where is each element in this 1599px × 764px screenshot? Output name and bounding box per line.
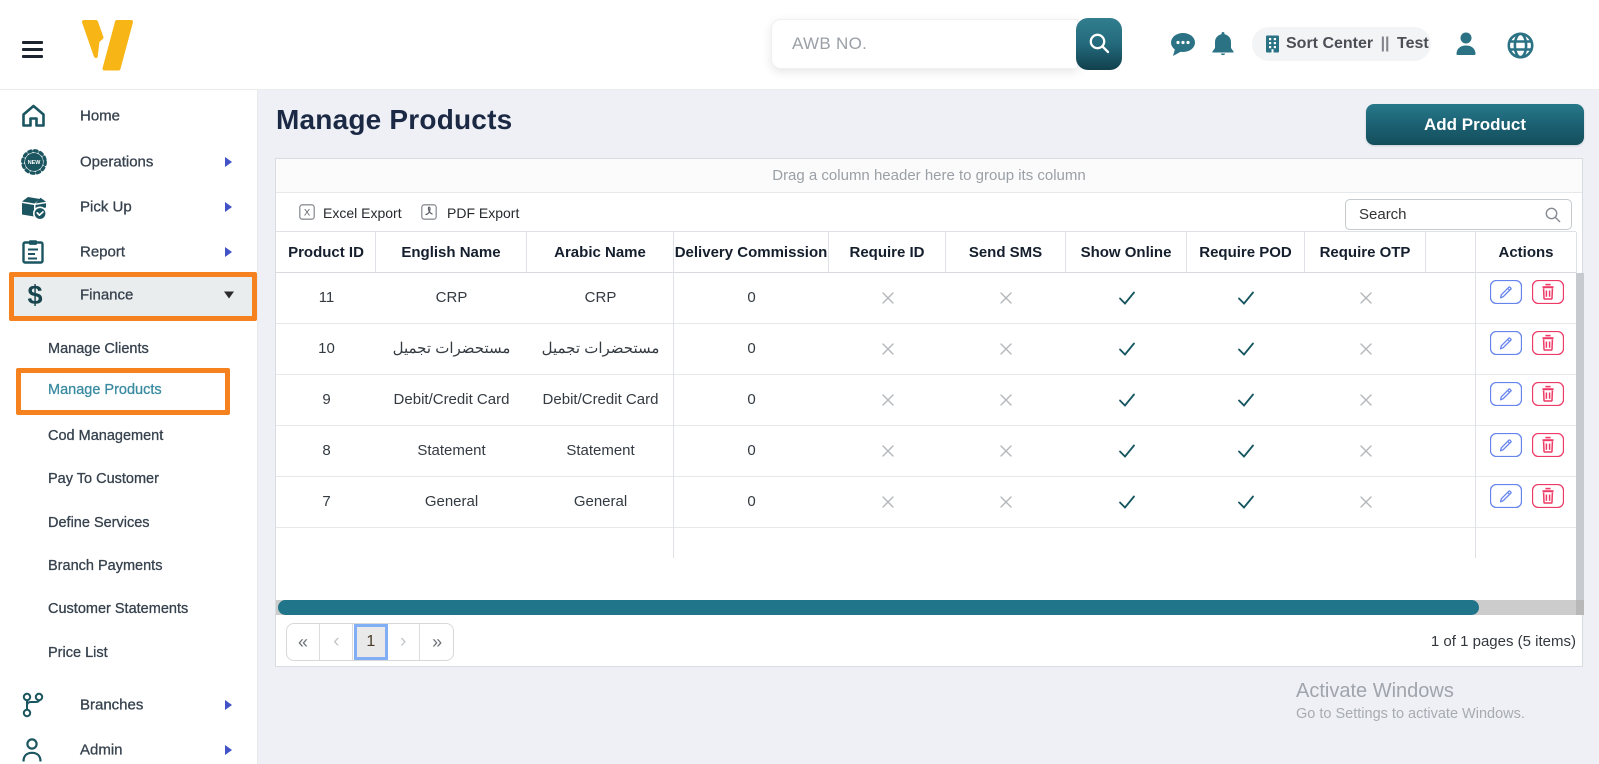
svg-text:NEW: NEW [28,160,41,166]
svg-text:$: $ [27,280,42,310]
svg-text:X: X [304,208,311,219]
